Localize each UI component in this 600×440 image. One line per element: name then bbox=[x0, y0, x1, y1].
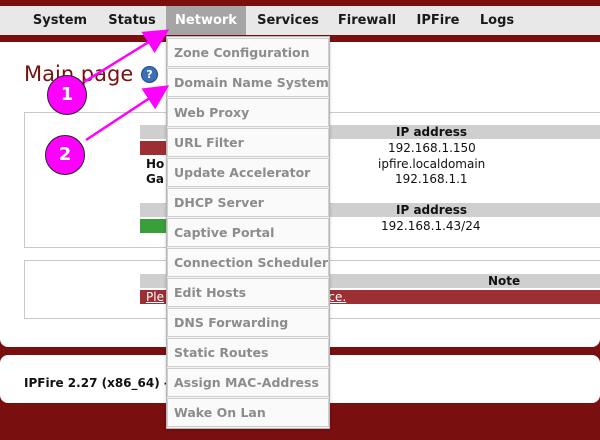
annotation-badge-2: 2 bbox=[45, 135, 85, 175]
annotation-arrows bbox=[83, 29, 170, 142]
arrow-2 bbox=[85, 85, 170, 142]
arrow-1 bbox=[83, 29, 170, 84]
annotation-badge-1: 1 bbox=[47, 75, 87, 115]
